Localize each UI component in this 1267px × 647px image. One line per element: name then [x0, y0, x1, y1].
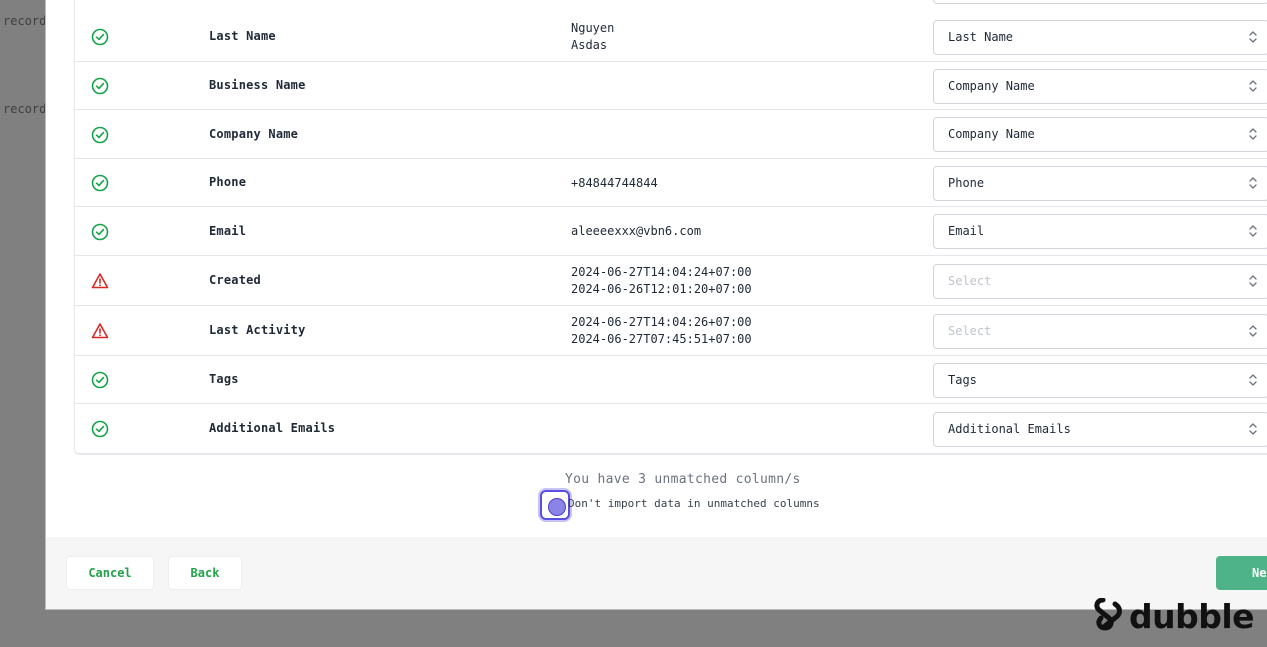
background-label: record: [3, 102, 47, 116]
mapping-select-value: Select: [948, 323, 992, 338]
mapping-select[interactable]: Select: [933, 313, 1267, 349]
skip-unmatched-label[interactable]: Don't import data in unmatched columns: [568, 497, 820, 510]
mapping-select[interactable]: Email: [933, 214, 1267, 249]
field-name: Created: [209, 273, 261, 287]
sample-value: Nguyen: [571, 21, 615, 35]
chevron-up-down-icon: [1249, 79, 1257, 92]
mapping-select[interactable]: Tags: [933, 362, 1267, 398]
mapping-select-value: Email: [948, 224, 985, 238]
field-name: Last Activity: [209, 323, 306, 337]
field-name: Additional Emails: [209, 421, 336, 435]
table-row: Business Name Company Name: [75, 62, 1267, 110]
mapping-select-value: Last Name: [948, 29, 1014, 44]
sample-values: aleeeexxx@vbn6.com: [571, 223, 701, 240]
modal-footer: Cancel Back Next: [46, 537, 1267, 609]
cancel-button[interactable]: Cancel: [66, 556, 154, 590]
table-row: Last Name Nguyen Asdas Last Name: [75, 12, 1267, 62]
field-name: Business Name: [209, 78, 306, 92]
check-circle-icon: [91, 223, 109, 240]
check-circle-icon: [91, 174, 109, 192]
mapping-select-value: Company Name: [948, 78, 1035, 93]
chevron-up-down-icon: [1249, 128, 1257, 140]
chevron-up-down-icon: [1249, 373, 1257, 386]
mapping-select[interactable]: Select: [933, 263, 1267, 299]
mapping-select-value: Select: [948, 273, 992, 288]
mapping-select-value: Additional Emails: [948, 421, 1071, 436]
check-circle-icon: [91, 28, 109, 46]
watermark-text: dubble: [1129, 596, 1255, 636]
chevron-up-down-icon: [1249, 324, 1257, 337]
sample-values: 2024-06-27T14:04:26+07:00 2024-06-27T07:4…: [571, 314, 752, 348]
sample-value: +84844744844: [571, 175, 658, 190]
sample-values: +84844744844: [571, 175, 658, 192]
sample-values: 2024-06-27T14:04:24+07:00 2024-06-26T12:0…: [571, 264, 752, 298]
dubble-watermark: dubble: [1093, 596, 1255, 636]
sample-value: 2024-06-27T07:45:51+07:00: [571, 332, 752, 346]
chevron-up-down-icon: [1249, 422, 1257, 435]
sample-value: 2024-06-27T14:04:26+07:00: [571, 315, 752, 329]
dubble-logo-icon: [1094, 598, 1122, 631]
chevron-up-down-icon: [1249, 176, 1257, 189]
warning-triangle-icon: [91, 323, 109, 339]
field-name: Tags: [209, 372, 239, 386]
field-name: Company Name: [209, 126, 299, 141]
checkbox-indicator: [548, 498, 566, 516]
table-row: Company Name Company Name: [75, 110, 1267, 159]
field-name: Phone: [209, 175, 247, 189]
sample-value: 2024-06-27T14:04:24+07:00: [571, 265, 752, 279]
check-circle-icon: [91, 371, 109, 389]
back-button[interactable]: Back: [168, 556, 242, 590]
sample-values: Nguyen Asdas: [571, 20, 614, 54]
import-mapping-modal: Last Name Nguyen Asdas Last Name Business Na…: [45, 0, 1267, 610]
mapping-select[interactable]: Additional Emails: [933, 411, 1267, 447]
table-row: Last Activity 2024-06-27T14:04:26+07:00 20…: [75, 306, 1267, 356]
mapping-select[interactable]: Company Name: [933, 117, 1267, 152]
mapping-select-value: Company Name: [948, 127, 1035, 141]
table-row: Tags Tags: [75, 356, 1267, 404]
table-row: [75, 0, 1267, 12]
mapping-select[interactable]: [933, 0, 1267, 4]
check-circle-icon: [91, 126, 109, 143]
mapping-table: Last Name Nguyen Asdas Last Name Business Na…: [74, 0, 1267, 455]
mapping-select[interactable]: Phone: [933, 165, 1267, 201]
chevron-up-down-icon: [1249, 225, 1257, 237]
mapping-select[interactable]: Last Name: [933, 19, 1267, 55]
sample-value: 2024-06-26T12:01:20+07:00: [571, 282, 752, 296]
sample-value: Asdas: [571, 38, 608, 52]
mapping-select-value: Phone: [948, 175, 985, 190]
chevron-up-down-icon: [1249, 274, 1257, 287]
background-label: record: [3, 14, 47, 28]
table-row: Phone +84844744844 Phone: [75, 159, 1267, 207]
check-circle-icon: [91, 420, 109, 438]
table-row: Created 2024-06-27T14:04:24+07:00 2024-06-…: [75, 256, 1267, 306]
table-row: Email aleeeexxx@vbn6.com Email: [75, 207, 1267, 256]
chevron-up-down-icon: [1249, 30, 1257, 43]
mapping-select[interactable]: Company Name: [933, 68, 1267, 104]
table-row: Additional Emails Additional Emails: [75, 404, 1267, 454]
mapping-select-value: Tags: [948, 372, 977, 387]
field-name: Email: [209, 223, 247, 238]
sample-value: aleeeexxx@vbn6.com: [571, 224, 702, 238]
next-button[interactable]: Next: [1216, 556, 1267, 590]
check-circle-icon: [91, 77, 109, 95]
warning-triangle-icon: [91, 273, 109, 289]
skip-unmatched-checkbox[interactable]: [540, 490, 570, 520]
unmatched-columns-text: You have 3 unmatched column/s: [565, 472, 801, 487]
field-name: Last Name: [209, 29, 276, 43]
